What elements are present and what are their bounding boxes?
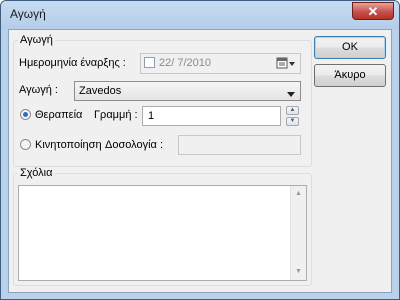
line-value: 1 xyxy=(148,110,155,122)
dosage-label: Δοσολογία : xyxy=(105,139,164,151)
dosage-field[interactable] xyxy=(178,135,301,155)
title-bar[interactable]: Αγωγή ✕ xyxy=(1,1,399,29)
treatment-group: Αγωγή Ημερομηνία έναρξης : 22/ 7/2010 Αγ… xyxy=(13,34,312,167)
scroll-down-icon[interactable]: ▼ xyxy=(291,264,306,280)
therapy-radio-label[interactable]: Θεραπεία xyxy=(35,109,82,121)
chevron-down-icon xyxy=(287,88,295,100)
treatment-select-value: Zavedos xyxy=(79,85,122,97)
calendar-icon[interactable] xyxy=(276,56,296,71)
line-spin-up-button[interactable]: ▲ xyxy=(286,106,299,115)
line-field[interactable]: 1 xyxy=(142,106,281,126)
cancel-button[interactable]: Άκυρο xyxy=(314,64,386,87)
line-label: Γραμμή : xyxy=(94,109,138,121)
close-button[interactable]: ✕ xyxy=(352,2,394,20)
start-date-value: 22/ 7/2010 xyxy=(159,57,211,69)
treatment-label: Αγωγή : xyxy=(19,84,58,96)
treatment-select[interactable]: Zavedos xyxy=(74,81,301,101)
scroll-up-icon[interactable]: ▲ xyxy=(291,186,306,202)
therapy-radio[interactable] xyxy=(20,109,31,120)
comments-group: Σχόλια ▲ ▼ xyxy=(13,167,312,286)
ok-button[interactable]: OK xyxy=(314,36,386,59)
comments-textarea[interactable]: ▲ ▼ xyxy=(18,185,307,281)
treatment-group-label: Αγωγή xyxy=(18,34,55,46)
window-title: Αγωγή xyxy=(10,7,46,21)
comments-group-label: Σχόλια xyxy=(18,167,55,179)
start-date-picker[interactable]: 22/ 7/2010 xyxy=(140,53,301,74)
close-icon: ✕ xyxy=(367,4,379,19)
line-spin-down-button[interactable]: ▼ xyxy=(286,117,299,126)
date-checkbox[interactable] xyxy=(144,57,155,68)
mobilization-radio[interactable] xyxy=(20,139,31,150)
start-date-label: Ημερομηνία έναρξης : xyxy=(19,57,126,69)
mobilization-radio-label[interactable]: Κινητοποίηση xyxy=(35,139,102,151)
dialog-body: Αγωγή Ημερομηνία έναρξης : 22/ 7/2010 Αγ… xyxy=(8,29,392,293)
comments-scrollbar[interactable]: ▲ ▼ xyxy=(290,186,306,280)
dialog-window: Αγωγή ✕ Αγωγή Ημερομηνία έναρξης : 22/ 7… xyxy=(0,0,400,300)
